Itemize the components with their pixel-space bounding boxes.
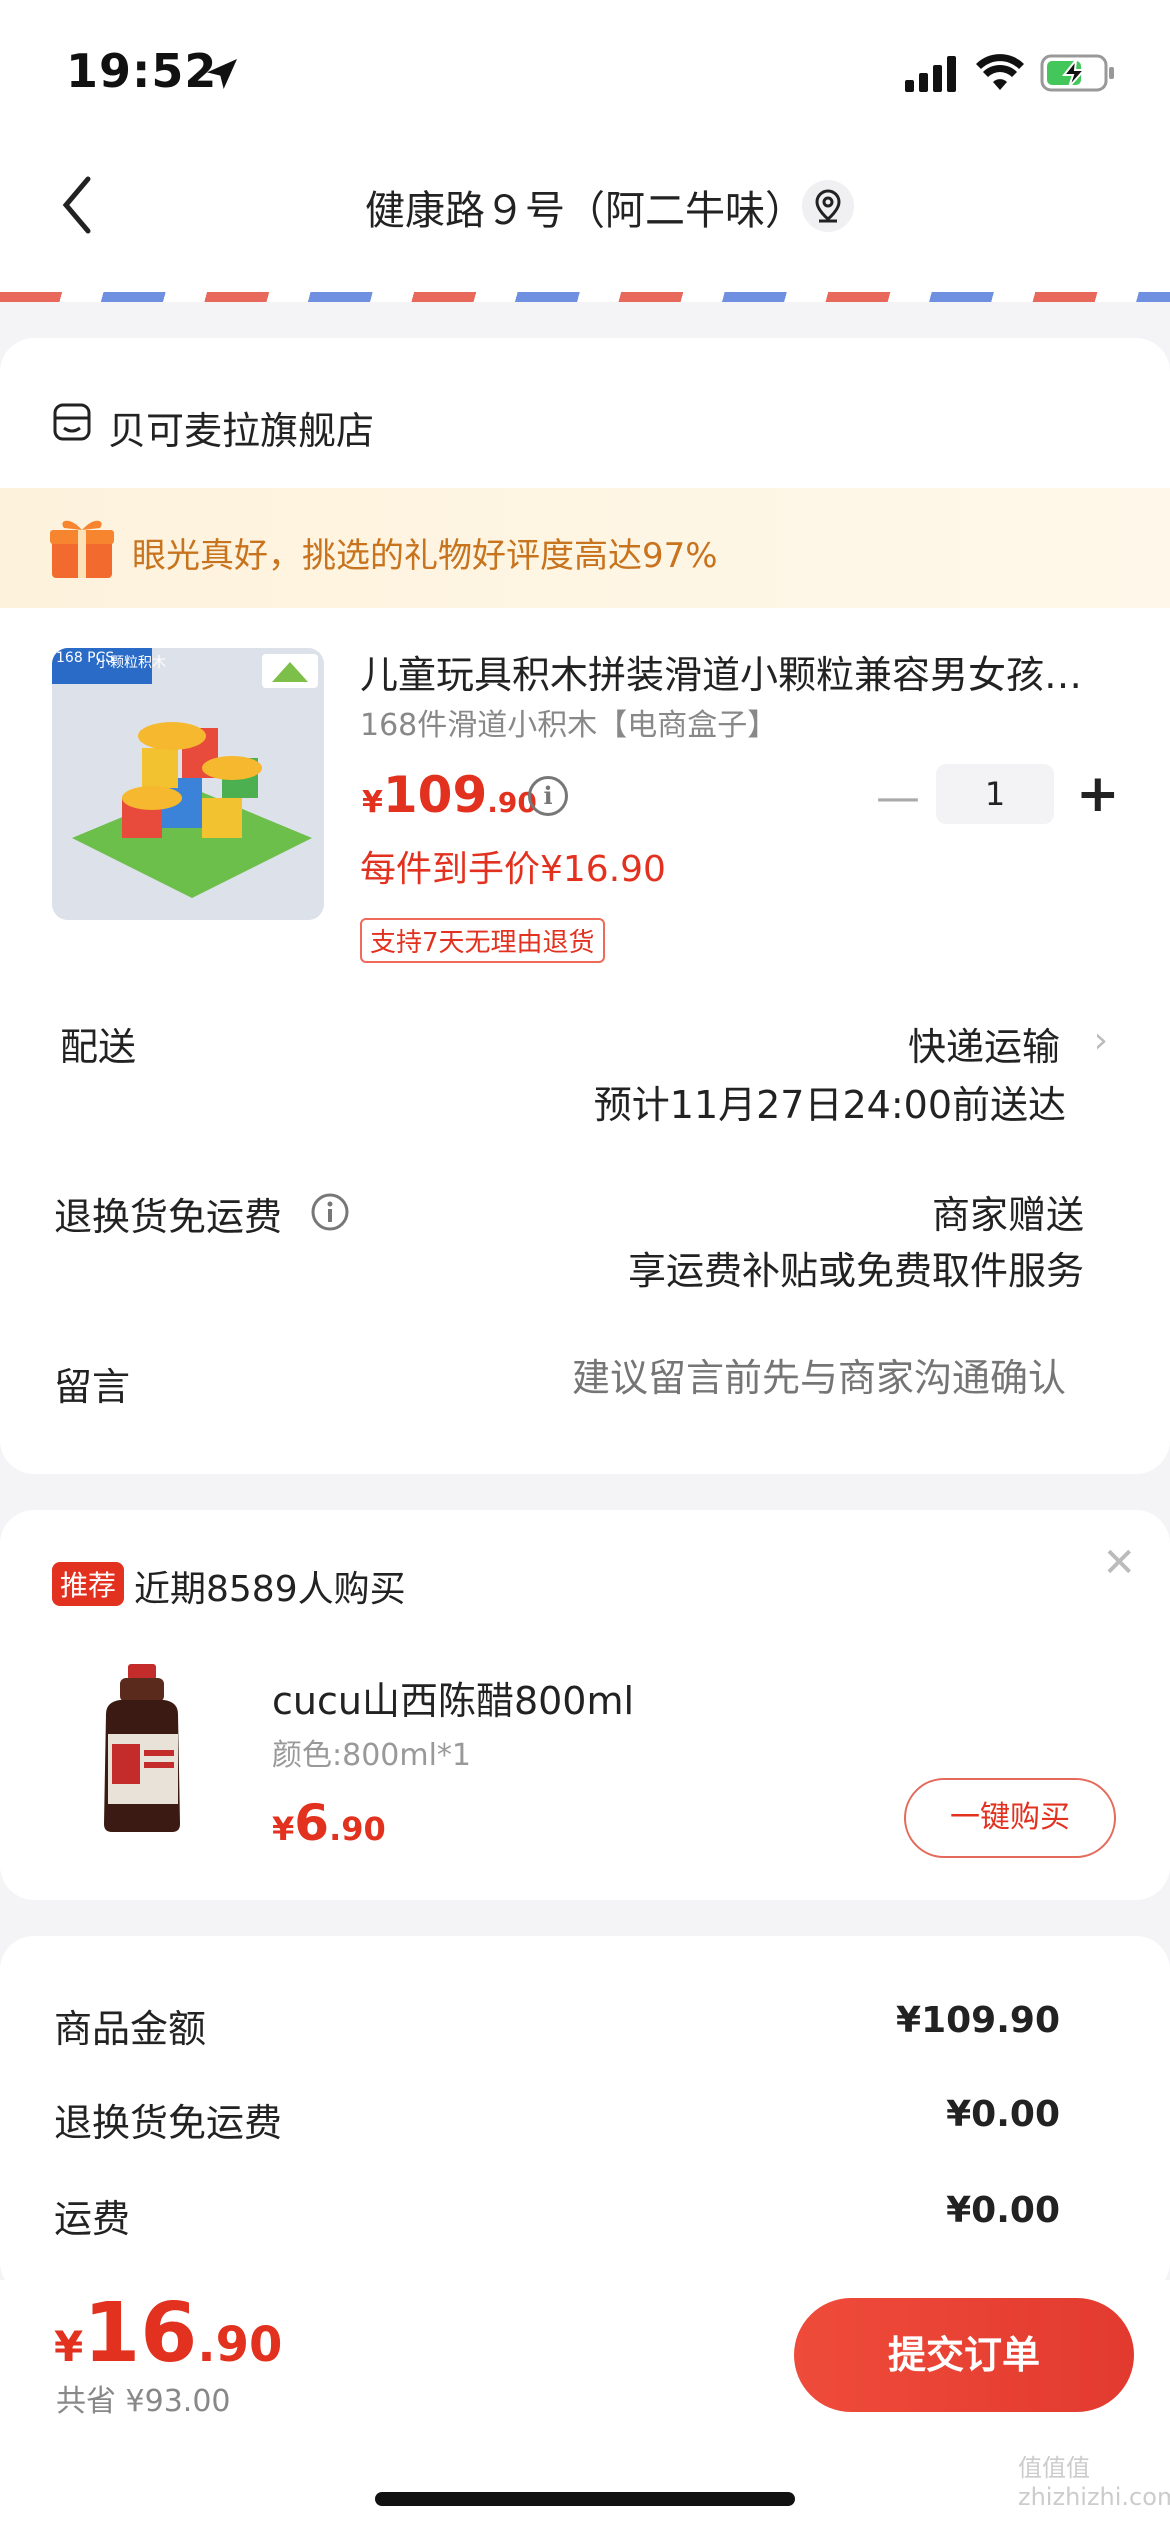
- recommend-product-name[interactable]: cucu山西陈醋800ml: [272, 1670, 634, 1725]
- shipping-eta: 预计11月27日24:00前送达: [593, 1083, 1066, 1127]
- shop-icon: [53, 403, 91, 441]
- location-arrow-icon: [207, 59, 237, 89]
- message-label: 留言: [54, 1365, 131, 1409]
- recommend-badge: 推荐: [52, 1562, 125, 1606]
- quantity-value[interactable]: 1: [936, 764, 1054, 824]
- home-indicator[interactable]: [375, 2492, 795, 2506]
- location-pin-icon: [815, 189, 841, 223]
- recommend-price: ¥6.90: [272, 1794, 386, 1852]
- location-pin-button[interactable]: [802, 180, 854, 232]
- product-image-label: 小颗粒积木: [96, 655, 166, 671]
- product-title[interactable]: 儿童玩具积木拼装滑道小颗粒兼容男女孩…: [360, 644, 1120, 699]
- total-price: ¥16.90: [54, 2286, 283, 2381]
- quantity-minus-button[interactable]: —: [876, 772, 920, 823]
- info-icon[interactable]: [310, 1192, 350, 1232]
- shipping-method[interactable]: 快递运输: [908, 1016, 1060, 1071]
- gift-icon: [50, 520, 114, 578]
- return-policy-tag: 支持7天无理由退货: [360, 918, 605, 963]
- product-price: ¥109.90: [362, 766, 537, 824]
- vinegar-bottle-image[interactable]: [98, 1664, 188, 1834]
- one-click-buy-button[interactable]: 一键购买: [904, 1778, 1116, 1858]
- message-input[interactable]: [506, 1356, 1066, 1400]
- status-time: 19:52: [66, 44, 218, 98]
- summary-value: ¥0.00: [946, 2190, 1060, 2231]
- return-free-label: 退换货免运费: [54, 1195, 283, 1239]
- battery-charging-icon: [1040, 54, 1114, 92]
- summary-label: 运费: [54, 2197, 131, 2241]
- return-free-value: 商家赠送: [931, 1193, 1084, 1237]
- cellular-signal-icon: [905, 56, 956, 92]
- shop-name[interactable]: 贝可麦拉旗舰店: [108, 400, 374, 455]
- gift-banner-text: 眼光真好，挑选的礼物好评度高达97%: [132, 536, 718, 576]
- chevron-right-icon[interactable]: ›: [1094, 1020, 1108, 1061]
- recommend-product-sku: 颜色:800ml*1: [272, 1738, 472, 1773]
- product-sku[interactable]: 168件滑道小积木【电商盒子】: [360, 700, 777, 744]
- product-image[interactable]: [52, 648, 324, 920]
- shipping-label: 配送: [60, 1025, 137, 1069]
- summary-value: ¥109.90: [896, 2000, 1060, 2041]
- saved-amount: 共省 ¥93.00: [56, 2384, 231, 2419]
- recommend-text: 近期8589人购买: [134, 1569, 406, 1610]
- wifi-icon: [976, 54, 1024, 90]
- close-icon[interactable]: ✕: [1102, 1540, 1136, 1586]
- each-price: 每件到手价¥16.90: [360, 849, 666, 890]
- delivery-address[interactable]: 健康路９号（阿二牛味）: [0, 178, 1170, 236]
- airmail-stripe: [0, 292, 1170, 302]
- return-free-detail: 享运费补贴或免费取件服务: [627, 1249, 1084, 1293]
- watermark: 值值值 zhizhizhi.com: [1018, 2454, 1170, 2511]
- summary-label: 退换货免运费: [54, 2101, 283, 2145]
- summary-label: 商品金额: [54, 2007, 207, 2051]
- summary-value: ¥0.00: [946, 2094, 1060, 2135]
- quantity-plus-button[interactable]: +: [1076, 764, 1120, 824]
- price-info-icon[interactable]: i: [528, 776, 568, 816]
- submit-order-button[interactable]: 提交订单: [794, 2298, 1134, 2412]
